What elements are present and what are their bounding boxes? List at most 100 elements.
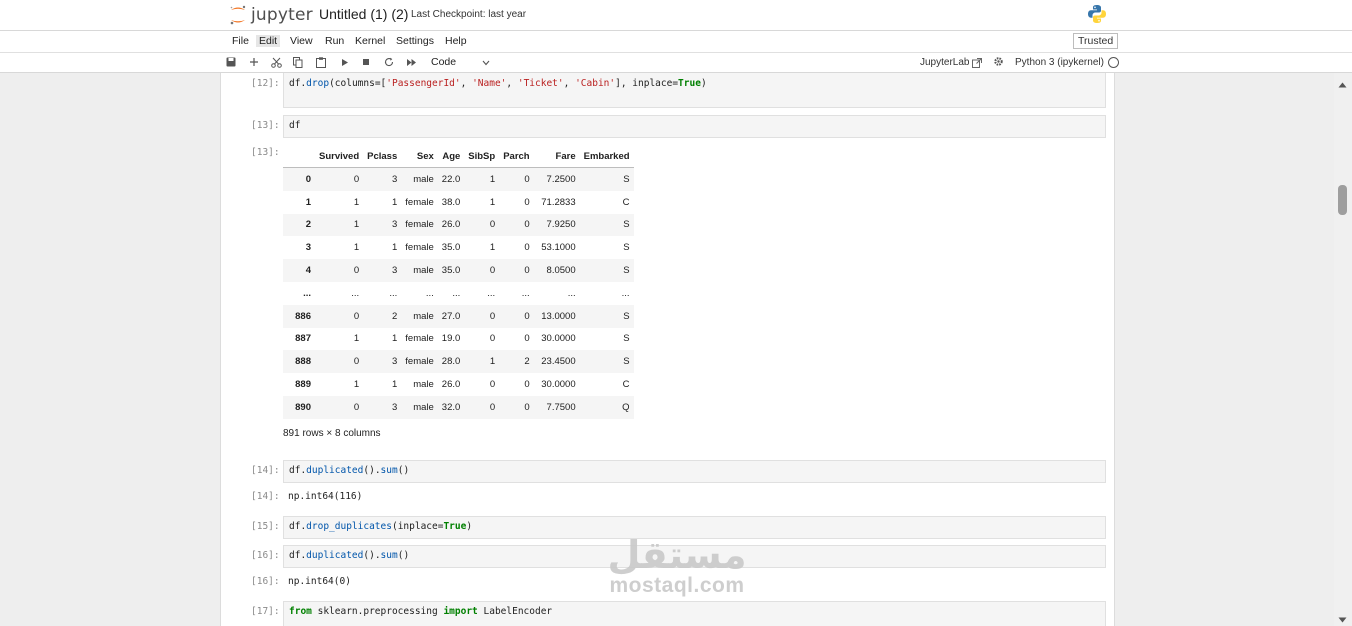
cell-output: np.int64(0) xyxy=(288,576,351,587)
table-cell: S xyxy=(623,333,630,345)
cell-type-select[interactable]: Code xyxy=(431,56,456,68)
menu-help[interactable]: Help xyxy=(442,35,470,47)
scroll-up-icon[interactable] xyxy=(1338,79,1347,91)
add-cell-icon[interactable] xyxy=(248,56,260,68)
table-cell: 3 xyxy=(391,401,398,413)
table-cell: 0 xyxy=(524,242,530,254)
cut-icon[interactable] xyxy=(270,56,282,68)
table-cell: female xyxy=(405,333,434,345)
chevron-down-icon[interactable] xyxy=(482,57,490,69)
table-cell: ... xyxy=(425,287,434,299)
table-cell: 1 xyxy=(489,173,496,185)
table-cell: 3 xyxy=(391,219,398,231)
table-cell: 35.0 xyxy=(441,265,461,277)
restart-icon[interactable] xyxy=(383,56,395,68)
table-cell: 0 xyxy=(353,173,360,185)
table-cell: male xyxy=(413,265,434,277)
table-cell: 3 xyxy=(391,356,398,368)
jupyter-logo[interactable]: jupyter xyxy=(229,3,313,27)
table-cell: ... xyxy=(621,287,630,299)
copy-icon[interactable] xyxy=(292,56,304,68)
table-cell: 0 xyxy=(489,401,496,413)
table-cell: 1 xyxy=(391,333,398,345)
code-cell[interactable]: df xyxy=(283,115,1106,138)
menu-run[interactable]: Run xyxy=(322,35,347,47)
watermark-arabic: مستقل xyxy=(607,533,747,577)
table-cell: S xyxy=(623,219,630,231)
dataframe-shape: 891 rows × 8 columns xyxy=(283,428,381,439)
table-cell: 71.2833 xyxy=(541,196,576,208)
column-header: Fare xyxy=(533,145,580,168)
table-cell: S xyxy=(623,242,630,254)
gear-icon[interactable] xyxy=(993,56,1004,70)
input-prompt: [17]: xyxy=(251,606,280,617)
scrollbar-thumb[interactable] xyxy=(1338,185,1347,215)
save-icon[interactable] xyxy=(225,56,237,68)
scroll-down-icon[interactable] xyxy=(1338,614,1347,626)
table-row: 889 1 1 male 26.0 0 0 30.0000 C xyxy=(283,373,634,396)
top-header: jupyter Untitled (1) (2) Last Checkpoint… xyxy=(0,0,1352,31)
menu-edit[interactable]: Edit xyxy=(256,35,281,47)
paste-icon[interactable] xyxy=(315,56,327,68)
table-cell: 0 xyxy=(524,196,530,208)
table-cell: male xyxy=(413,379,434,391)
code-line: df.duplicated().sum() xyxy=(289,550,410,561)
kernel-status-icon xyxy=(1108,57,1119,68)
code-cell[interactable]: df.drop(columns=['PassengerId', 'Name', … xyxy=(283,73,1106,108)
table-cell: 1 xyxy=(489,356,496,368)
jupyterlab-label: JupyterLab xyxy=(920,57,970,68)
table-row: 2 1 3 female 26.0 0 0 7.9250 S xyxy=(283,213,634,237)
trusted-indicator[interactable]: Trusted xyxy=(1073,33,1119,49)
table-cell: 0 xyxy=(489,265,496,277)
row-index: ... xyxy=(303,287,311,299)
table-row: 888 0 3 female 28.0 1 2 23.4500 S xyxy=(283,350,634,374)
run-icon[interactable] xyxy=(338,56,350,68)
column-header: Age xyxy=(437,145,465,168)
menu-view[interactable]: View xyxy=(287,35,316,47)
table-cell: 0 xyxy=(489,219,496,231)
menu-kernel[interactable]: Kernel xyxy=(352,35,388,47)
table-cell: 23.4500 xyxy=(541,356,576,368)
table-cell: 0 xyxy=(524,219,530,231)
table-cell: 32.0 xyxy=(441,401,461,413)
table-cell: ... xyxy=(389,287,398,299)
table-cell: male xyxy=(413,310,434,322)
table-row: 4 0 3 male 35.0 0 0 8.0500 S xyxy=(283,259,634,282)
table-row: 890 0 3 male 32.0 0 0 7.7500 Q xyxy=(283,395,634,419)
open-jupyterlab-link[interactable]: JupyterLab xyxy=(920,57,983,68)
table-cell: 0 xyxy=(524,173,530,185)
table-cell: ... xyxy=(351,287,360,299)
table-row: 0 0 3 male 22.0 1 0 7.2500 S xyxy=(283,167,634,191)
menu-settings[interactable]: Settings xyxy=(393,35,437,47)
table-cell: 38.0 xyxy=(441,196,461,208)
kernel-name[interactable]: Python 3 (ipykernel) xyxy=(1015,57,1104,68)
table-cell: 0 xyxy=(353,401,360,413)
table-cell: female xyxy=(405,242,434,254)
stop-icon[interactable] xyxy=(360,56,372,68)
column-header: Embarked xyxy=(579,145,634,168)
row-index: 2 xyxy=(305,219,311,231)
table-cell: 1 xyxy=(353,379,360,391)
vertical-scrollbar[interactable] xyxy=(1334,73,1352,626)
table-cell: 3 xyxy=(391,173,398,185)
input-prompt: [12]: xyxy=(251,78,280,89)
notebook-title[interactable]: Untitled (1) (2) xyxy=(319,6,408,22)
menu-file[interactable]: File xyxy=(229,35,252,47)
table-cell: S xyxy=(623,310,630,322)
table-cell: male xyxy=(413,173,434,185)
table-cell: S xyxy=(623,356,630,368)
fast-forward-icon[interactable] xyxy=(405,56,417,68)
code-cell[interactable]: df.duplicated().sum() xyxy=(283,460,1106,483)
table-cell: 0 xyxy=(524,333,530,345)
table-cell: 13.0000 xyxy=(541,310,576,322)
logo-text: jupyter xyxy=(251,5,313,25)
column-header xyxy=(283,145,315,168)
table-cell: female xyxy=(405,356,434,368)
external-link-icon xyxy=(972,57,983,68)
table-cell: 53.1000 xyxy=(541,242,576,254)
table-cell: 1 xyxy=(391,242,398,254)
cell-output: np.int64(116) xyxy=(288,491,363,502)
jupyter-logo-icon xyxy=(230,5,246,25)
table-cell: S xyxy=(623,265,630,277)
code-cell[interactable]: from sklearn.preprocessing import LabelE… xyxy=(283,601,1106,626)
